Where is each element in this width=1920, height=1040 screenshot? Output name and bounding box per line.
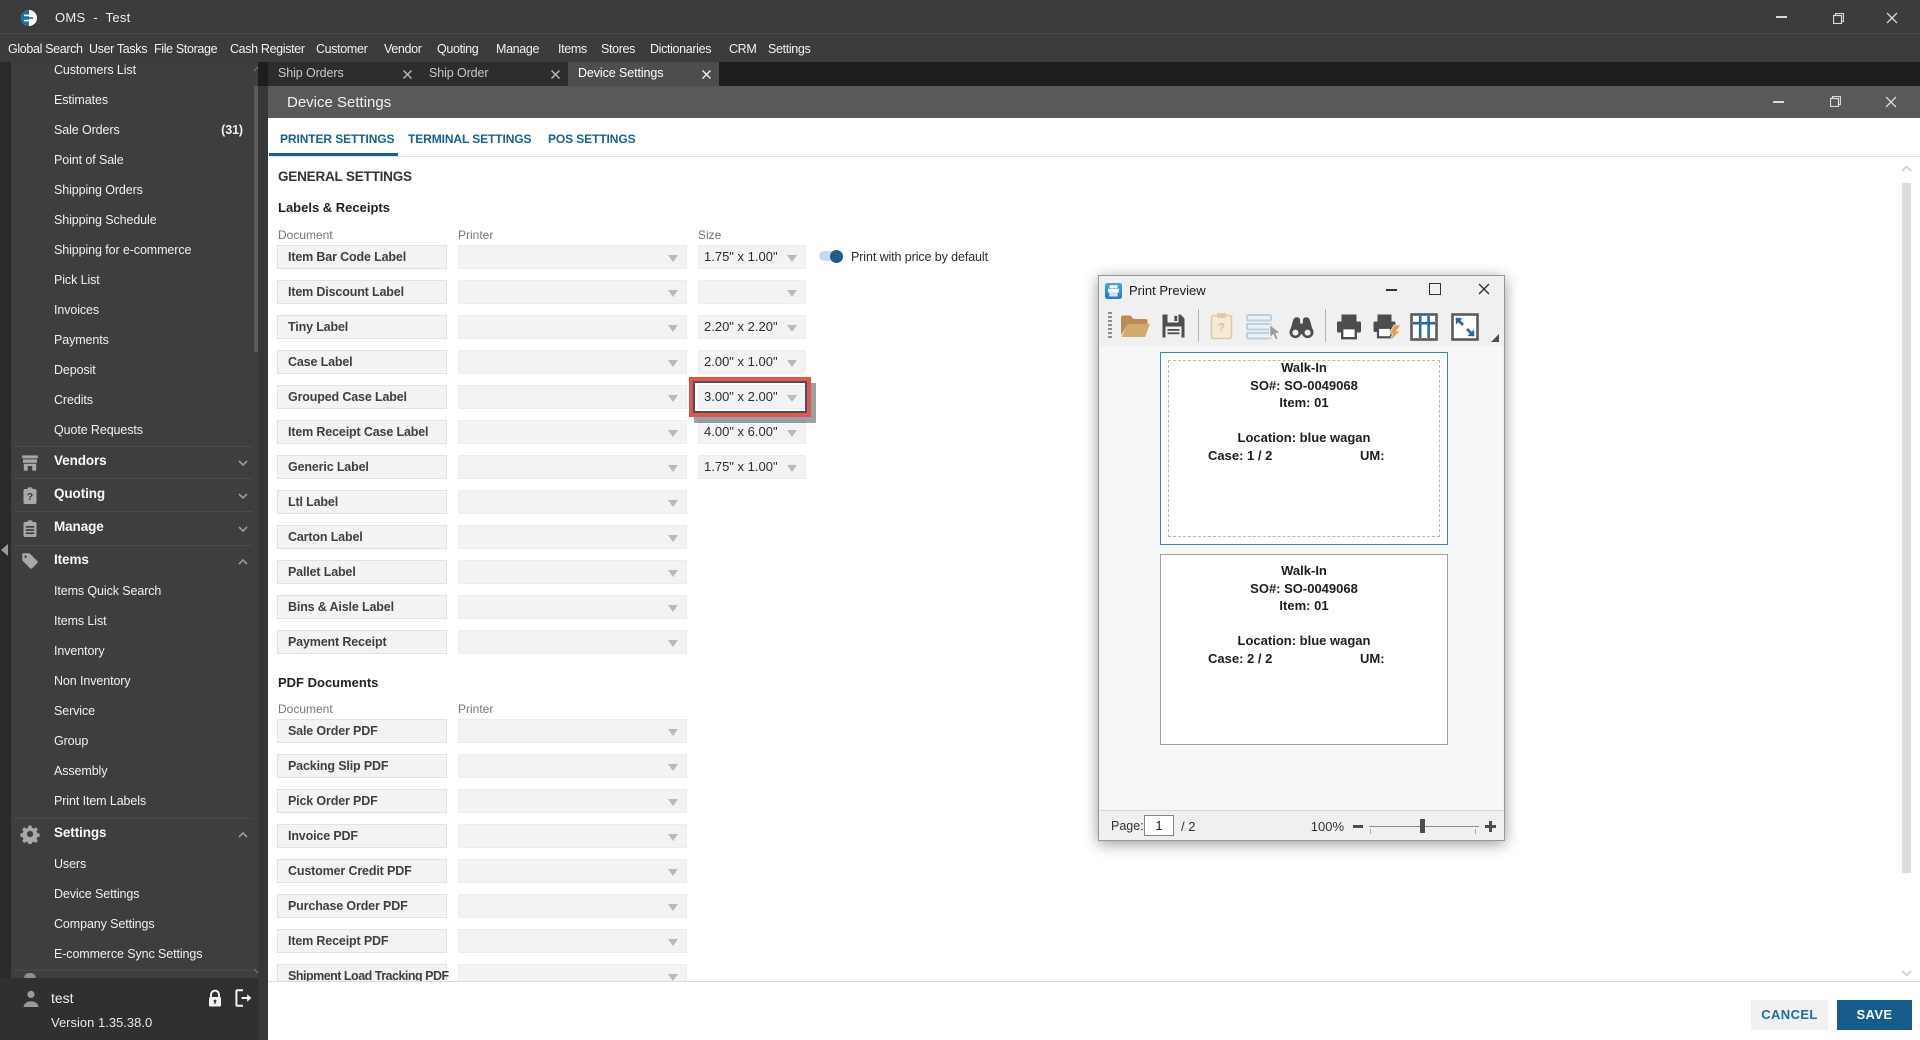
svg-text:?: ? <box>1218 321 1225 335</box>
svg-text:?: ? <box>27 491 33 503</box>
